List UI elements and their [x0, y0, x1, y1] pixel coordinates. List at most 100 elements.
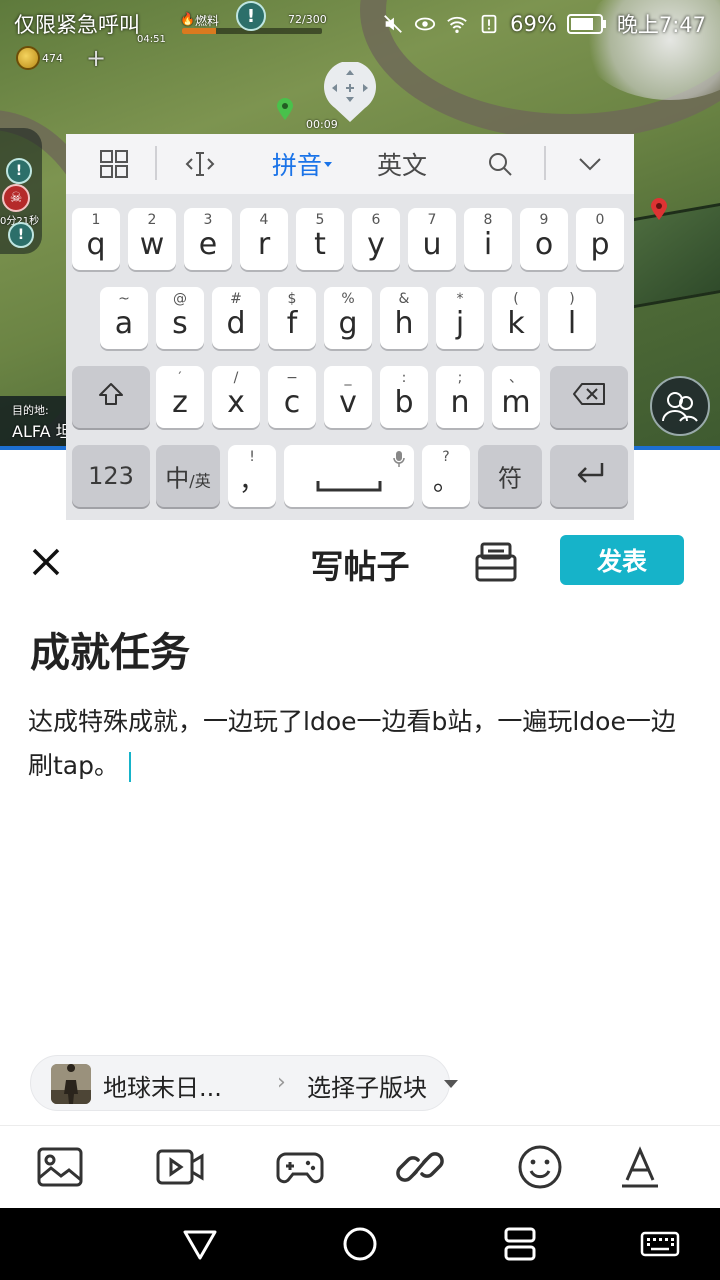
- friends-icon: [662, 392, 698, 422]
- fuel-icon: 🔥: [180, 12, 195, 26]
- key-p[interactable]: 0p: [576, 208, 624, 270]
- tab-english[interactable]: 英文: [366, 134, 438, 194]
- key-c[interactable]: − c: [268, 366, 316, 428]
- key-b[interactable]: :b: [380, 366, 428, 428]
- key-label: b: [394, 385, 414, 420]
- recents-icon[interactable]: [500, 1224, 540, 1264]
- key-y[interactable]: 6y: [352, 208, 400, 270]
- shift-icon: [72, 382, 150, 412]
- key-hint: 5: [315, 212, 325, 228]
- key-q[interactable]: 1q: [72, 208, 120, 270]
- key-w[interactable]: 2w: [128, 208, 176, 270]
- drafts-icon[interactable]: [474, 540, 518, 584]
- back-icon[interactable]: [180, 1224, 220, 1264]
- key-label: y: [367, 227, 385, 262]
- key-h[interactable]: & h: [380, 287, 428, 349]
- lang-main: 中: [165, 464, 190, 493]
- home-icon[interactable]: [340, 1224, 380, 1264]
- grid-icon[interactable]: [90, 134, 138, 194]
- key-m[interactable]: 、 m: [492, 366, 540, 428]
- key-f[interactable]: $ f: [268, 287, 316, 349]
- key-hint: #: [230, 291, 242, 307]
- key-hint: !: [249, 449, 255, 465]
- key-j[interactable]: * j: [436, 287, 484, 349]
- chevron-down-icon[interactable]: [568, 134, 612, 194]
- backspace-icon: [550, 382, 628, 412]
- key-hint: 3: [203, 212, 213, 228]
- add-coin-icon[interactable]: +: [86, 44, 106, 72]
- key-x[interactable]: / x: [212, 366, 260, 428]
- gamepad-icon[interactable]: [276, 1144, 324, 1190]
- key-hint: 9: [539, 212, 549, 228]
- key-e[interactable]: 3e: [184, 208, 232, 270]
- close-icon[interactable]: [26, 542, 66, 582]
- key-hint: 2: [147, 212, 157, 228]
- page-title: 写帖子: [310, 547, 410, 586]
- period-key[interactable]: ?。: [422, 445, 470, 507]
- keyboard-icon[interactable]: [640, 1224, 680, 1264]
- video-icon[interactable]: [156, 1144, 204, 1190]
- key-a[interactable]: ~ a: [100, 287, 148, 349]
- language-key[interactable]: 中/英: [156, 445, 220, 507]
- map-pin-icon: [651, 198, 667, 220]
- emoji-icon[interactable]: [516, 1144, 564, 1190]
- key-o[interactable]: 9o: [520, 208, 568, 270]
- soft-keyboard: 拼音 英文 1 q 2 w 3 e 4 r 5 t 6 y 7 u 8 i 9 o 0 p ~ a @ s # d $ f% g & h * j…: [66, 134, 634, 520]
- key-r[interactable]: 4r: [240, 208, 288, 270]
- text-format-icon[interactable]: [616, 1144, 664, 1190]
- key-v[interactable]: _ v: [324, 366, 372, 428]
- status-icons: 69% 晚上7:47: [382, 8, 706, 40]
- key-label: m: [501, 385, 531, 420]
- key-hint: *: [456, 291, 464, 307]
- backspace-key[interactable]: [550, 366, 628, 428]
- key-label: f: [286, 306, 298, 341]
- map-pin-icon: [277, 98, 293, 120]
- shift-key[interactable]: [72, 366, 150, 428]
- fuel-label: 燃料: [195, 14, 220, 28]
- key-label: r: [257, 227, 271, 262]
- key-l[interactable]: ) l: [548, 287, 596, 349]
- key-g[interactable]: % g: [324, 287, 372, 349]
- fuel-bar-fill: [182, 28, 216, 34]
- numbers-key[interactable]: 123: [72, 445, 150, 507]
- image-icon[interactable]: [36, 1144, 84, 1190]
- key-hint: %: [341, 291, 355, 307]
- skull-icon[interactable]: ☠: [2, 184, 30, 212]
- key-t[interactable]: 5t: [296, 208, 344, 270]
- tab-pinyin[interactable]: 拼音: [262, 134, 342, 194]
- key-label: t: [314, 227, 326, 262]
- key-hint: ): [569, 291, 575, 307]
- key-u[interactable]: 7u: [408, 208, 456, 270]
- text-caret: [129, 752, 131, 782]
- alert-icon[interactable]: !: [8, 222, 34, 248]
- key-s[interactable]: @ s: [156, 287, 204, 349]
- key-i[interactable]: 8i: [464, 208, 512, 270]
- post-title-field[interactable]: 成就任务: [30, 620, 190, 678]
- symbols-key[interactable]: 符: [478, 445, 542, 507]
- alert-icon[interactable]: !: [6, 158, 32, 184]
- pinyin-label: 拼音: [271, 151, 322, 180]
- key-hint: 4: [259, 212, 269, 228]
- key-k[interactable]: (k: [492, 287, 540, 349]
- friends-button[interactable]: [650, 376, 710, 436]
- key-label: c: [283, 385, 301, 420]
- sub-board-selector[interactable]: 选择子版块: [307, 1068, 427, 1103]
- key-n[interactable]: ; n: [436, 366, 484, 428]
- key-d[interactable]: # d: [212, 287, 260, 349]
- key-label: s: [172, 306, 188, 341]
- dpad-icon[interactable]: [323, 62, 377, 122]
- key-hint: 8: [483, 212, 493, 228]
- alert-button[interactable]: !: [236, 1, 266, 31]
- key-z[interactable]: ′ z: [156, 366, 204, 428]
- post-body-field[interactable]: 达成特殊成就，一边玩了ldoe一边看b站，一遍玩ldoe一边刷tap。: [28, 700, 692, 788]
- key-hint: _: [344, 370, 352, 386]
- search-icon[interactable]: [478, 134, 522, 194]
- comma-key[interactable]: !，: [228, 445, 276, 507]
- link-icon[interactable]: [396, 1144, 444, 1190]
- space-key[interactable]: [284, 445, 414, 507]
- destination-label: 目的地:: [12, 404, 49, 417]
- cursor-move-icon[interactable]: [176, 134, 224, 194]
- enter-key[interactable]: [550, 445, 628, 507]
- board-selector[interactable]: 地球末日... › 选择子版块: [30, 1055, 458, 1111]
- publish-button[interactable]: 发表: [560, 535, 684, 585]
